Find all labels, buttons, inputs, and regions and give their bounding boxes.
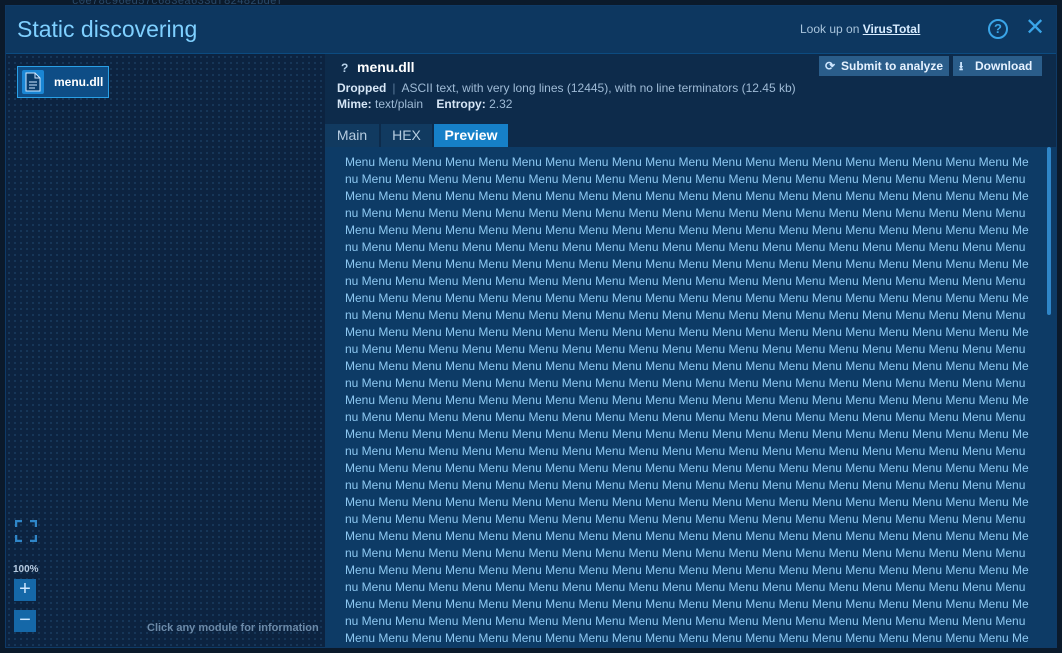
zoom-level: 100%	[13, 564, 39, 575]
mime-label: Mime:	[337, 97, 372, 111]
virustotal-lookup: Look up on VirusTotal	[800, 22, 920, 36]
help-icon[interactable]: ?	[988, 19, 1008, 39]
dialog-title: Static discovering	[17, 16, 198, 42]
lookup-prefix: Look up on	[800, 22, 860, 36]
fit-to-screen-icon[interactable]	[14, 519, 38, 547]
preview-text: Menu Menu Menu Menu Menu Menu Menu Menu …	[345, 155, 1029, 645]
file-type-description: ASCII text, with very long lines (12445)…	[401, 81, 796, 95]
refresh-icon: ⟳	[825, 59, 836, 73]
download-button[interactable]: ⭳ Download	[953, 56, 1042, 76]
entropy-value: 2.32	[489, 97, 513, 111]
submit-label: Submit to analyze	[841, 59, 944, 73]
detail-tabs: Main HEX Preview	[325, 124, 1056, 147]
entropy-label: Entropy:	[436, 97, 486, 111]
dialog-titlebar: Static discovering Look up on VirusTotal…	[6, 6, 1056, 54]
preview-pane: Menu Menu Menu Menu Menu Menu Menu Menu …	[325, 147, 1056, 647]
file-details-panel: ? menu.dll ⟳ Submit to analyze ⭳ Downloa…	[325, 54, 1056, 647]
tab-preview[interactable]: Preview	[434, 124, 508, 147]
download-label: Download	[975, 59, 1033, 73]
tab-hex[interactable]: HEX	[381, 124, 432, 147]
status-label: Dropped	[337, 81, 387, 95]
file-description: Dropped | ASCII text, with very long lines…	[337, 81, 796, 95]
unknown-file-icon: ?	[341, 61, 349, 75]
preview-scrollbar[interactable]	[1047, 147, 1051, 315]
tab-main[interactable]: Main	[325, 124, 379, 147]
static-discovering-dialog: Static discovering Look up on VirusTotal…	[5, 5, 1057, 648]
file-meta: Mime: text/plain Entropy: 2.32	[337, 97, 512, 111]
file-icon	[22, 70, 44, 94]
file-name: menu.dll	[357, 59, 415, 75]
zoom-in-button[interactable]: +	[14, 579, 36, 601]
virustotal-link[interactable]: VirusTotal	[863, 22, 921, 36]
mime-value: text/plain	[375, 97, 424, 111]
module-label: menu.dll	[54, 75, 104, 89]
module-node-menu-dll[interactable]: menu.dll	[17, 66, 109, 98]
submit-to-analyze-button[interactable]: ⟳ Submit to analyze	[819, 56, 949, 76]
panel-hint: Click any module for information	[147, 622, 319, 634]
zoom-out-button[interactable]: −	[14, 610, 36, 632]
download-icon: ⭳	[959, 59, 964, 73]
close-icon[interactable]: ✕	[1025, 16, 1045, 40]
module-graph-panel: menu.dll 100% + − Click any module for i…	[6, 54, 325, 647]
